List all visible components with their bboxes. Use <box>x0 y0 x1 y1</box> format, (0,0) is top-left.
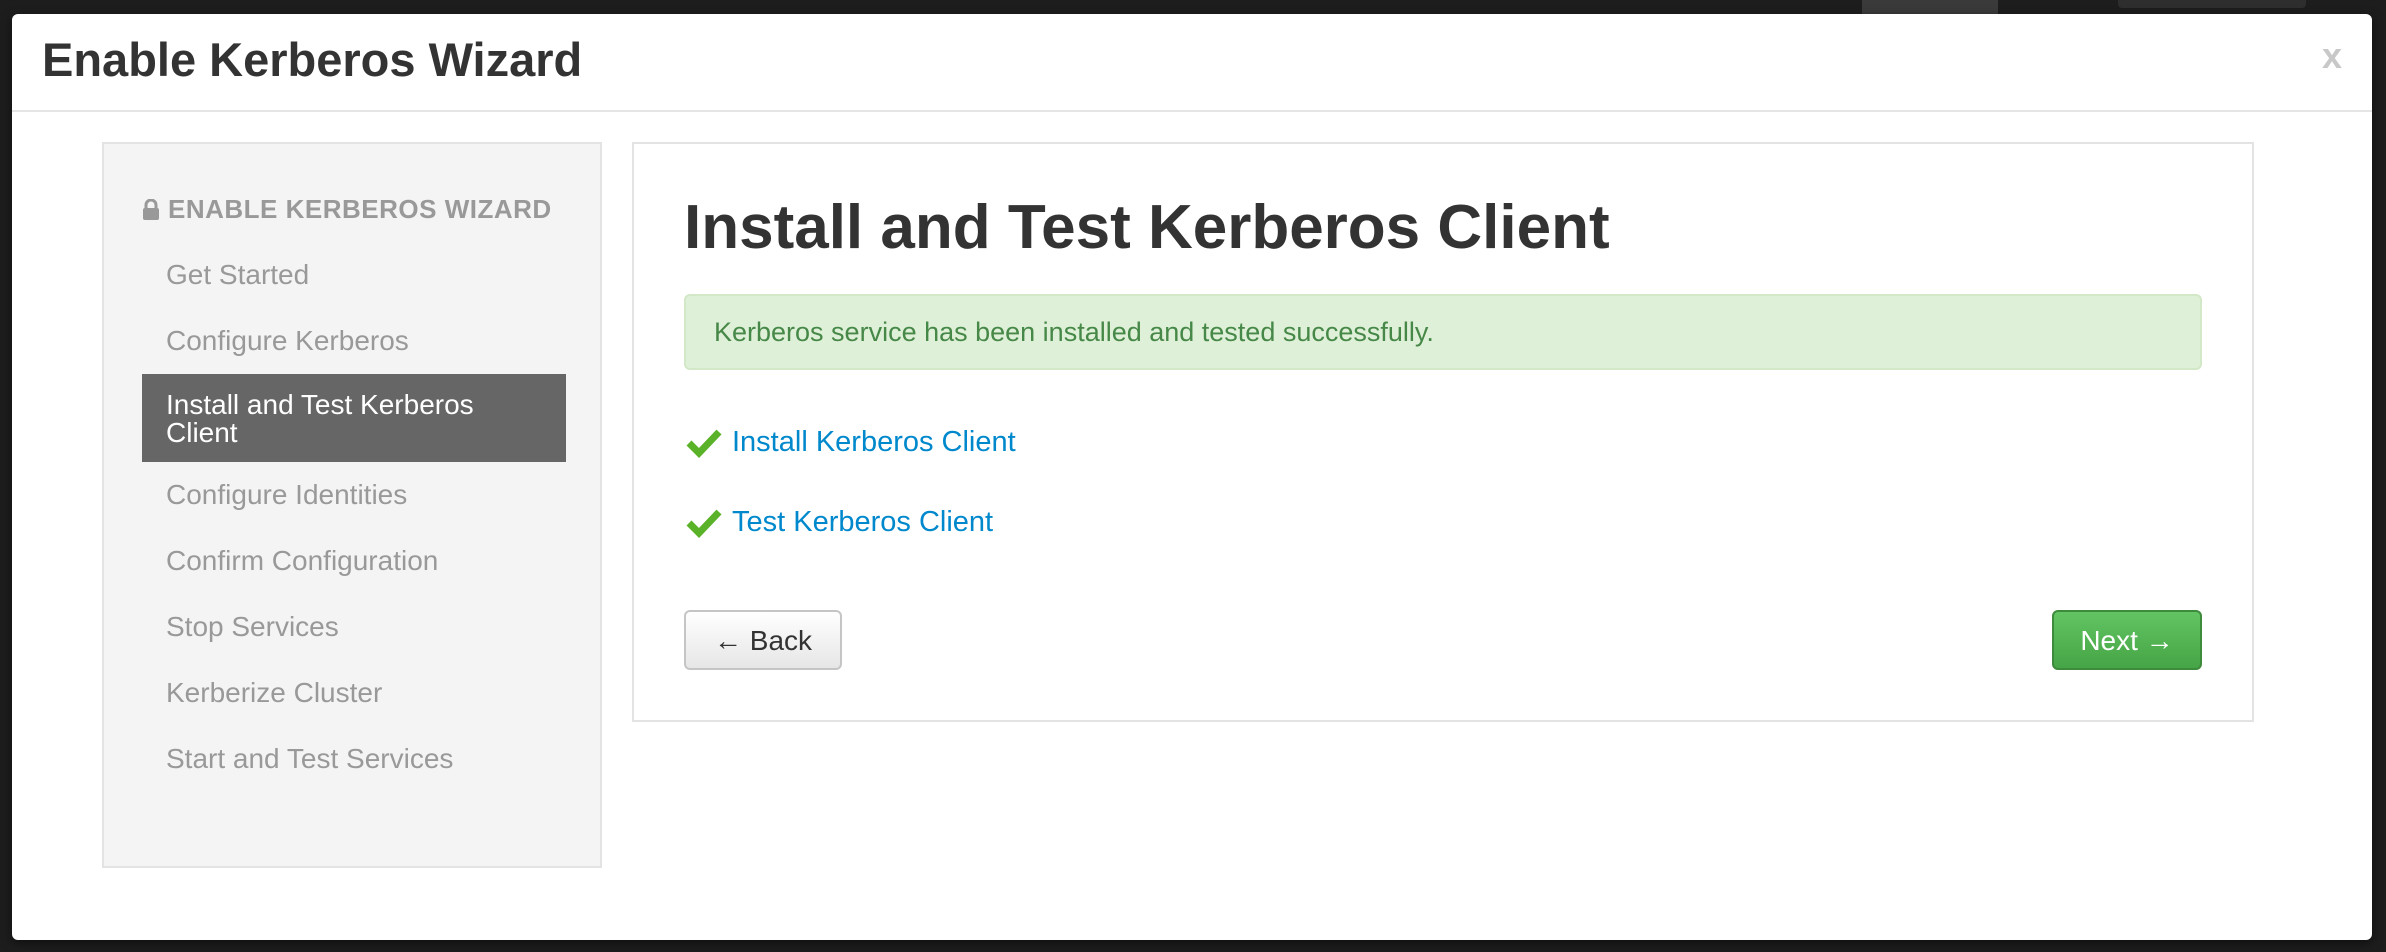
task-link-test[interactable]: Test Kerberos Client <box>732 506 993 539</box>
wizard-sidebar: ENABLE KERBEROS WIZARD Get Started Confi… <box>102 142 602 868</box>
wizard-modal: Enable Kerberos Wizard x ENABLE KERBEROS… <box>12 14 2372 940</box>
step-stop-services[interactable]: Stop Services <box>142 594 566 660</box>
back-button[interactable]: ← Back <box>684 610 842 670</box>
close-button[interactable]: x <box>2322 38 2342 74</box>
backdrop-element <box>1862 0 1998 14</box>
backdrop-element <box>2118 0 2306 8</box>
step-configure-identities[interactable]: Configure Identities <box>142 462 566 528</box>
step-confirm-configuration[interactable]: Confirm Configuration <box>142 528 566 594</box>
page-title: Install and Test Kerberos Client <box>684 193 1610 262</box>
lock-icon <box>143 198 159 220</box>
task-link-install[interactable]: Install Kerberos Client <box>732 426 1016 459</box>
task-install-kerberos-client: Install Kerberos Client <box>686 426 1016 459</box>
step-install-test-kerberos-client[interactable]: Install and Test Kerberos Client <box>142 374 566 462</box>
step-get-started[interactable]: Get Started <box>142 242 566 308</box>
modal-header: Enable Kerberos Wizard x <box>12 14 2372 112</box>
step-kerberize-cluster[interactable]: Kerberize Cluster <box>142 660 566 726</box>
step-start-test-services[interactable]: Start and Test Services <box>142 726 566 792</box>
success-alert: Kerberos service has been installed and … <box>684 294 2202 370</box>
wizard-content: Install and Test Kerberos Client Kerbero… <box>632 142 2254 722</box>
sidebar-header-label: ENABLE KERBEROS WIZARD <box>168 194 552 224</box>
check-icon <box>686 429 722 458</box>
modal-title: Enable Kerberos Wizard <box>42 33 583 86</box>
step-configure-kerberos[interactable]: Configure Kerberos <box>142 308 566 374</box>
task-test-kerberos-client: Test Kerberos Client <box>686 506 993 539</box>
wizard-steps: Get Started Configure Kerberos Install a… <box>142 242 566 792</box>
next-button[interactable]: Next → <box>2052 610 2202 670</box>
check-icon <box>686 509 722 538</box>
sidebar-header: ENABLE KERBEROS WIZARD <box>142 194 552 225</box>
